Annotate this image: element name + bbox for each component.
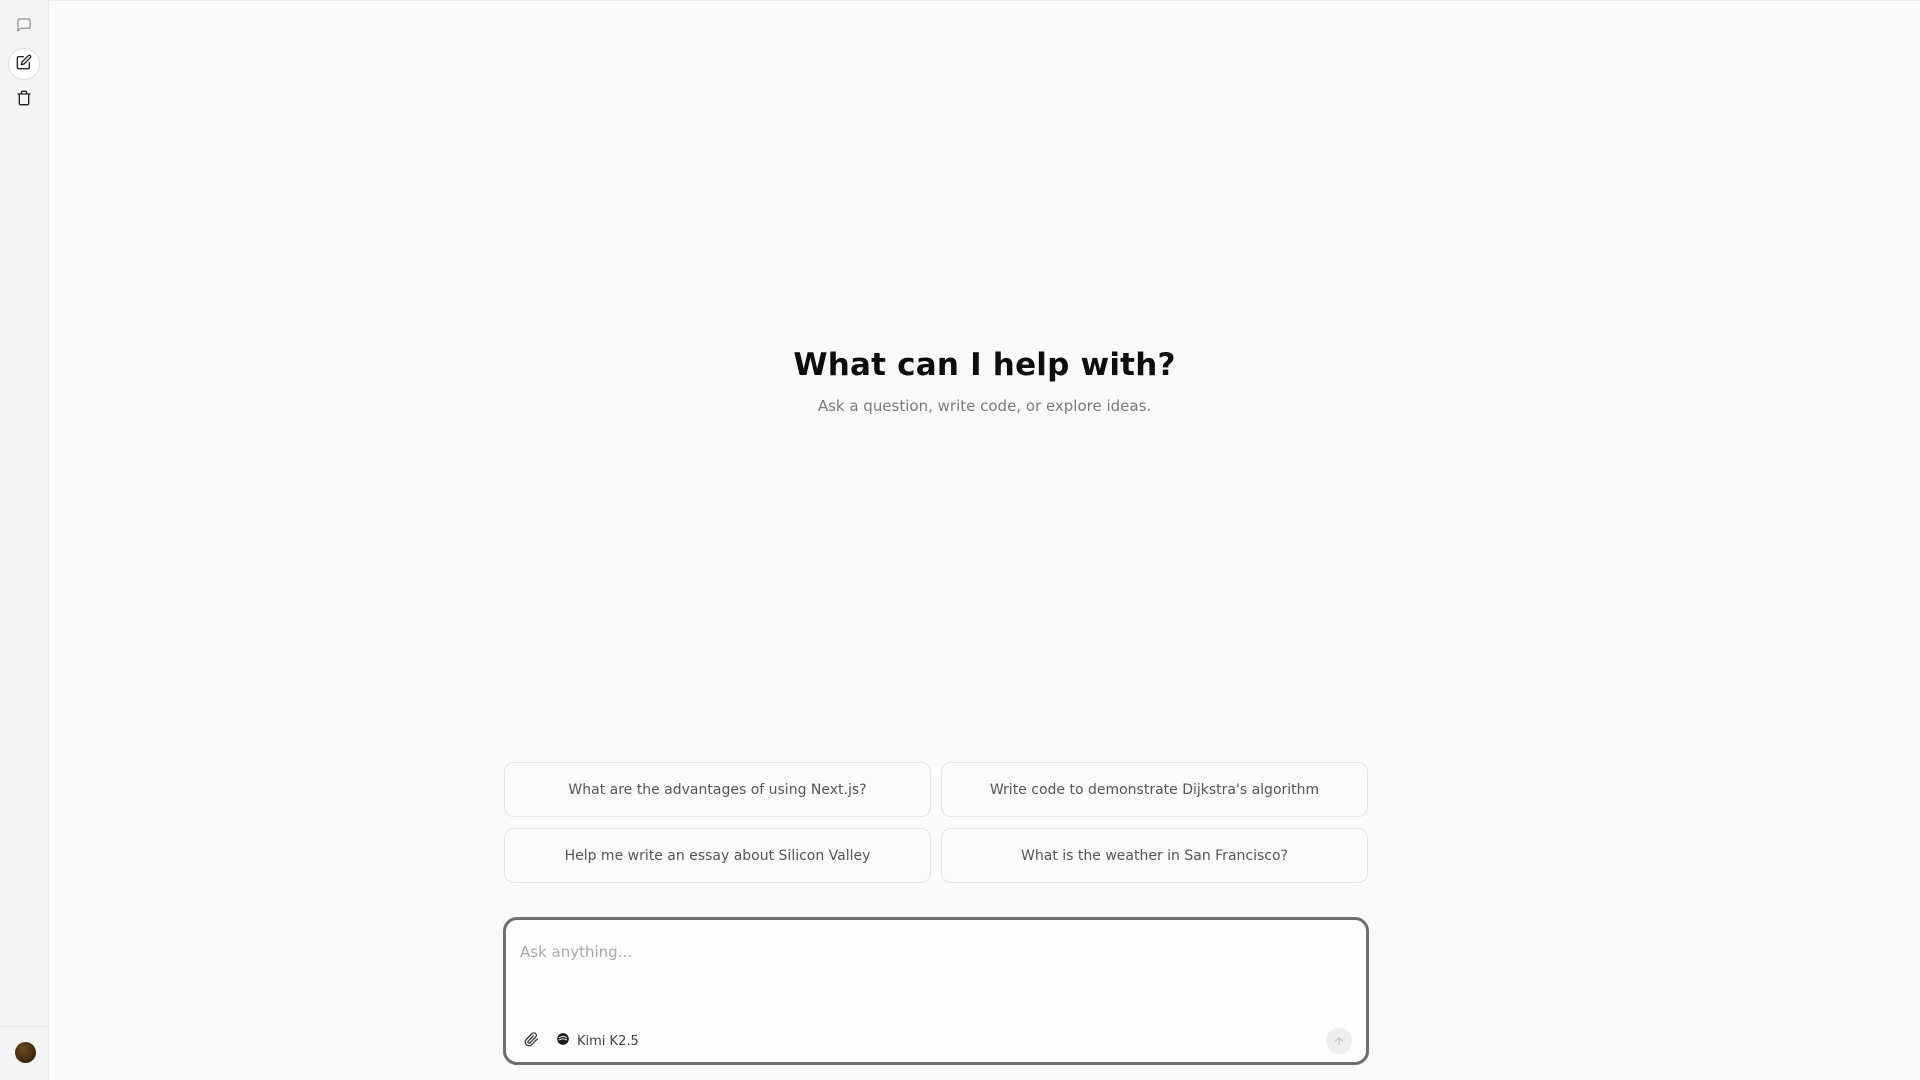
trash-button[interactable] (8, 84, 40, 116)
suggestion-card[interactable]: What is the weather in San Francisco? (941, 828, 1368, 883)
composer: Kimi K2.5 (503, 917, 1369, 1065)
page-subtitle: Ask a question, write code, or explore i… (817, 397, 1152, 415)
model-selector[interactable]: Kimi K2.5 (556, 1029, 639, 1053)
suggestion-card[interactable]: Write code to demonstrate Dijkstra's alg… (941, 762, 1368, 817)
edit-icon (16, 54, 32, 74)
send-button[interactable] (1326, 1028, 1352, 1054)
hero: What can I help with? Ask a question, wr… (49, 347, 1920, 415)
chats-button[interactable] (8, 11, 40, 43)
message-input[interactable] (520, 932, 1340, 972)
chat-bubble-icon (16, 17, 32, 37)
arrow-up-icon (1333, 1032, 1345, 1051)
model-label: Kimi K2.5 (577, 1033, 639, 1049)
new-chat-button[interactable] (8, 48, 40, 80)
suggestion-grid: What are the advantages of using Next.js… (504, 762, 1368, 883)
trash-icon (16, 90, 32, 110)
sidebar-footer (0, 1026, 49, 1080)
sidebar (0, 0, 49, 1080)
page-title: What can I help with? (793, 347, 1176, 383)
avatar[interactable] (15, 1042, 36, 1063)
attach-button[interactable] (518, 1028, 544, 1054)
suggestion-card[interactable]: What are the advantages of using Next.js… (504, 762, 931, 817)
suggestion-card[interactable]: Help me write an essay about Silicon Val… (504, 828, 931, 883)
paperclip-icon (524, 1031, 539, 1051)
kimi-logo-icon (556, 1032, 570, 1050)
